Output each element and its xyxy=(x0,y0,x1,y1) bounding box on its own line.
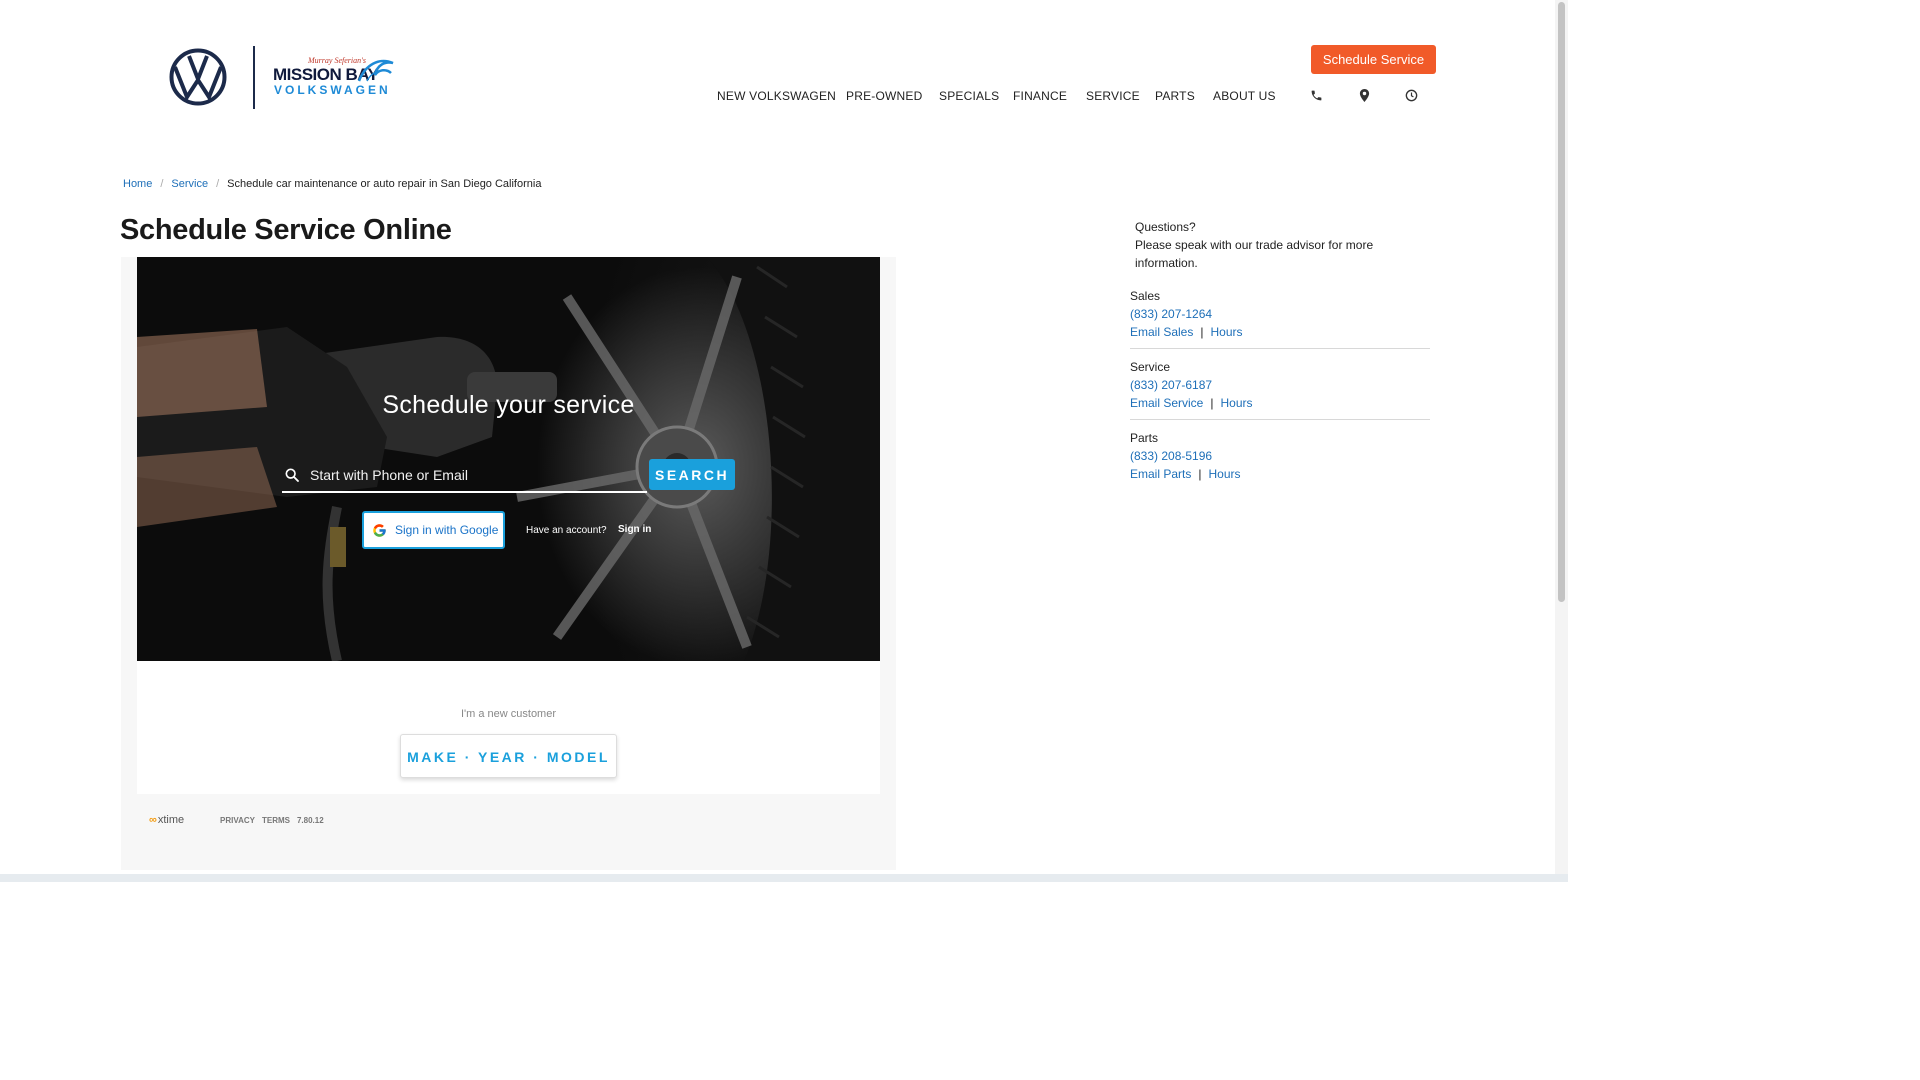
schedule-service-button[interactable]: Schedule Service xyxy=(1311,45,1436,74)
search-button[interactable]: SEARCH xyxy=(649,459,735,490)
nav-specials[interactable]: SPECIALS xyxy=(939,89,999,103)
link-separator: | xyxy=(1210,396,1214,410)
vertical-scrollbar-thumb[interactable] xyxy=(1558,2,1565,602)
contact-divider xyxy=(1130,419,1430,420)
new-customer-label: I'm a new customer xyxy=(460,708,557,720)
sign-in-link[interactable]: Sign in xyxy=(618,524,651,535)
parts-heading: Parts xyxy=(1130,431,1159,445)
dealer-logo[interactable]: Murray Seferian's MISSION BAY VOLKSWAGEN xyxy=(272,55,400,100)
google-icon xyxy=(372,523,387,538)
version-text: 7.80.12 xyxy=(296,816,324,825)
xtime-logo[interactable]: ∞xtime xyxy=(149,814,184,826)
breadcrumb: Home / Service / Schedule car maintenance or… xyxy=(123,178,541,190)
email-parts-link[interactable]: Email Parts xyxy=(1130,467,1191,481)
google-sign-in-label: Sign in with Google xyxy=(395,523,499,537)
nav-finance[interactable]: FINANCE xyxy=(1013,89,1067,103)
map-pin-icon[interactable] xyxy=(1359,89,1373,103)
link-separator: | xyxy=(1198,467,1202,481)
xtime-infinity-icon: ∞ xyxy=(149,814,157,826)
wave-icon xyxy=(357,59,394,82)
have-account-text: Have an account? xyxy=(526,525,607,536)
service-hours-link[interactable]: Hours xyxy=(1220,396,1252,410)
questions-text: Please speak with our trade advisor for … xyxy=(1135,238,1374,270)
dealer-logo-brand: VOLKSWAGEN xyxy=(274,83,391,97)
service-phone-link[interactable]: (833) 207-6187 xyxy=(1130,378,1212,392)
nav-new-volkswagen[interactable]: NEW VOLKSWAGEN xyxy=(717,89,836,103)
vertical-scrollbar[interactable] xyxy=(1555,0,1568,874)
search-icon xyxy=(284,467,300,483)
terms-link[interactable]: TERMS xyxy=(262,816,290,825)
vw-logo[interactable] xyxy=(169,48,227,106)
nav-pre-owned[interactable]: PRE-OWNED xyxy=(846,89,922,103)
questions-title: Questions? xyxy=(1135,220,1196,234)
widget-footer: PRIVACY TERMS 7.80.12 xyxy=(220,816,331,825)
clock-icon[interactable] xyxy=(1405,89,1419,103)
nav-service[interactable]: SERVICE xyxy=(1086,89,1140,103)
nav-parts[interactable]: PARTS xyxy=(1155,89,1195,103)
new-customer-panel: I'm a new customer MAKE · YEAR · MODEL xyxy=(137,661,880,794)
sales-hours-link[interactable]: Hours xyxy=(1210,325,1242,339)
sales-heading: Sales xyxy=(1130,289,1161,303)
sales-contact: Sales (833) 207-1264 Email Sales | Hours xyxy=(1130,287,1430,341)
questions-block: Questions? Please speak with our trade a… xyxy=(1135,218,1415,272)
logo-divider xyxy=(253,46,255,109)
horizontal-scrollbar[interactable] xyxy=(0,874,1568,882)
phone-icon[interactable] xyxy=(1310,89,1324,103)
parts-hours-link[interactable]: Hours xyxy=(1208,467,1240,481)
nav-about-us[interactable]: ABOUT US xyxy=(1213,89,1276,103)
hero-title: Schedule your service xyxy=(382,391,635,419)
page-title: Schedule Service Online xyxy=(120,214,452,246)
breadcrumb-home[interactable]: Home xyxy=(123,178,152,190)
email-service-link[interactable]: Email Service xyxy=(1130,396,1203,410)
service-contact: Service (833) 207-6187 Email Service | Hou… xyxy=(1130,358,1430,412)
parts-contact: Parts (833) 208-5196 Email Parts | Hours xyxy=(1130,429,1430,483)
make-year-model-button[interactable]: MAKE · YEAR · MODEL xyxy=(400,734,617,778)
search-input[interactable] xyxy=(282,459,647,493)
service-heading: Service xyxy=(1130,360,1171,374)
scheduler-hero: Schedule your service SEARCH Sign in wit… xyxy=(137,257,880,661)
google-sign-in-button[interactable]: Sign in with Google xyxy=(362,511,505,549)
privacy-link[interactable]: PRIVACY xyxy=(220,816,255,825)
breadcrumb-service[interactable]: Service xyxy=(171,178,208,190)
parts-phone-link[interactable]: (833) 208-5196 xyxy=(1130,449,1212,463)
sales-phone-link[interactable]: (833) 207-1264 xyxy=(1130,307,1212,321)
xtime-wordmark: xtime xyxy=(157,814,185,826)
contact-divider xyxy=(1130,348,1430,349)
breadcrumb-current: Schedule car maintenance or auto repair … xyxy=(227,178,542,190)
breadcrumb-separator: / xyxy=(160,178,164,190)
link-separator: | xyxy=(1200,325,1204,339)
breadcrumb-separator: / xyxy=(216,178,220,190)
email-sales-link[interactable]: Email Sales xyxy=(1130,325,1193,339)
